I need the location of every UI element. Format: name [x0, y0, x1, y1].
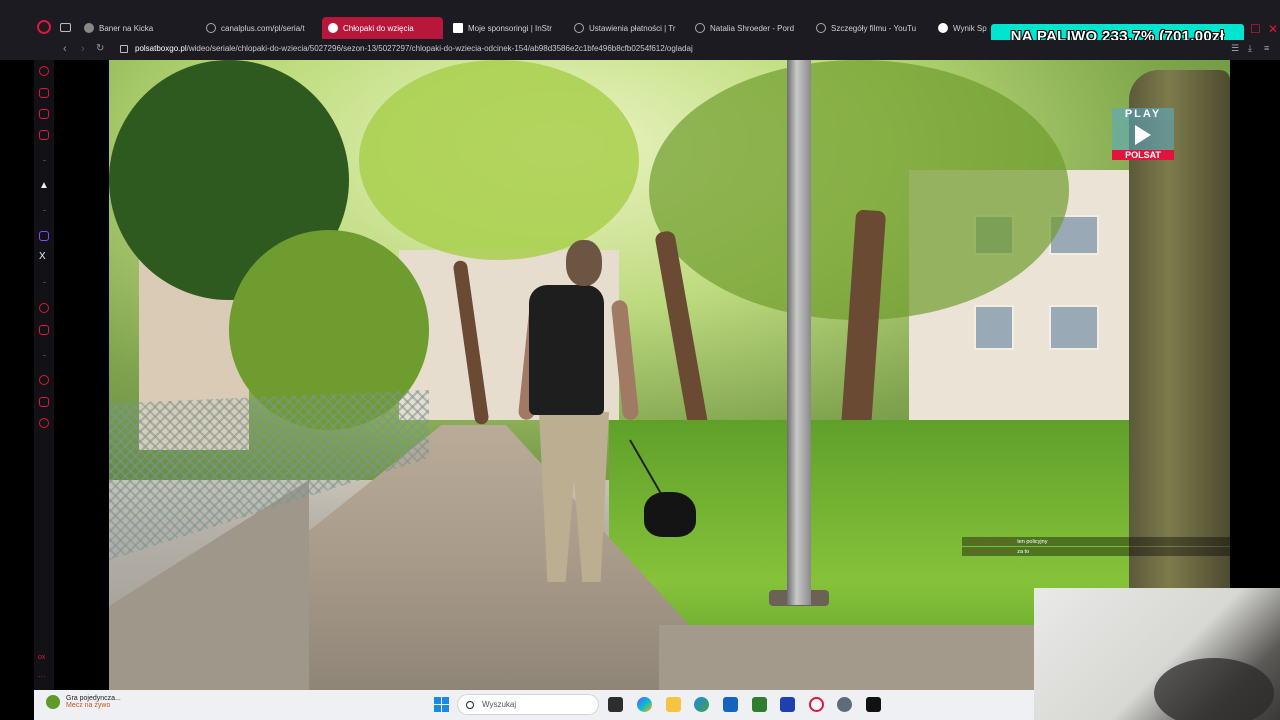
- back-icon[interactable]: ‹: [63, 43, 67, 55]
- tab-label: Ustawienia płatności | Tr: [589, 23, 676, 33]
- tab-label: Szczegóły filmu - YouTu: [831, 23, 917, 33]
- tab-ustawienia-platnosci[interactable]: Ustawienia płatności | Tr: [568, 17, 686, 39]
- whatsapp-icon[interactable]: [39, 130, 49, 140]
- tab-loading-icon: [574, 23, 584, 33]
- tab-wynik-sp[interactable]: Wynik Sp: [932, 17, 992, 39]
- close-icon[interactable]: ✕: [1268, 22, 1278, 36]
- store-icon[interactable]: [723, 697, 738, 712]
- tab-label: Natalia Shroeder - Pord: [710, 23, 795, 33]
- sidebar-bottom-label: ox: [38, 654, 46, 661]
- editor-icon[interactable]: [780, 697, 795, 712]
- aria-icon[interactable]: [39, 66, 49, 76]
- player-icon[interactable]: [39, 88, 49, 98]
- easy-setup-icon[interactable]: ☰: [1231, 43, 1239, 54]
- scene-lamp-pole: [787, 60, 811, 605]
- search-icon: [466, 700, 474, 709]
- url-field[interactable]: polsatboxgo.pl/wideo/seriale/chlopaki-do…: [135, 44, 693, 53]
- tab-loading-icon: [816, 23, 826, 33]
- xbox-icon[interactable]: [752, 697, 767, 712]
- scene-tree: [359, 60, 639, 260]
- tab-label: Moje sponsoringi | InStr: [468, 23, 552, 33]
- tab-check-icon: [938, 23, 948, 33]
- twitch-icon[interactable]: [39, 231, 49, 241]
- chat-user: ~~~~~~~~~~~~~~~: [966, 548, 1015, 555]
- tab-label: Baner na Kicka: [99, 23, 154, 33]
- forward-icon[interactable]: ›: [81, 43, 85, 55]
- start-icon[interactable]: [434, 697, 449, 712]
- menu-icon[interactable]: ≡: [1264, 43, 1269, 53]
- logo-polsat-text: POLSAT: [1112, 150, 1174, 160]
- chat-text: za to: [1017, 548, 1030, 555]
- tab-label: canalplus.com/pl/seria/t: [221, 23, 305, 33]
- messenger-icon[interactable]: [39, 109, 49, 119]
- terminal-icon[interactable]: [866, 697, 881, 712]
- tab-favicon-icon: [84, 23, 94, 33]
- scene-dog: [644, 492, 696, 537]
- tab-loading-icon: [695, 23, 705, 33]
- chat-message: ~~~~~~~~~~~~~~~ za to: [962, 547, 1230, 556]
- opera-menu-icon[interactable]: [37, 20, 51, 34]
- tab-loading-icon: [206, 23, 216, 33]
- copilot-icon[interactable]: [637, 697, 652, 712]
- chat-user: ~~~~~~~~~~~~~~~: [966, 538, 1015, 545]
- download-icon[interactable]: ⤓: [1248, 43, 1252, 54]
- stream-chat-overlay: ~~~~~~~~~~~~~~~ ten policyjny ~~~~~~~~~~…: [962, 537, 1230, 557]
- tab-label: Chłopaki do wzięcia: [343, 23, 414, 33]
- more-icon[interactable]: ···: [38, 672, 46, 681]
- tab-szczegoly-filmu[interactable]: Szczegóły filmu - YouTu: [810, 17, 928, 39]
- chat-message: ~~~~~~~~~~~~~~~ ten policyjny: [962, 537, 1230, 546]
- tab-favicon-icon: [453, 23, 463, 33]
- notification-title: Gra pojedyncza...: [66, 695, 121, 702]
- taskbar-search[interactable]: Wyszukaj: [457, 694, 599, 715]
- sidebar-divider: [43, 210, 46, 211]
- tab-chlopaki-do-wziecia[interactable]: Chłopaki do wzięcia: [322, 17, 443, 39]
- tab-baner-na-kicka[interactable]: Baner na Kicka: [78, 17, 196, 39]
- settings-gear-icon[interactable]: [837, 697, 852, 712]
- sidebar-divider: [43, 282, 46, 283]
- target-icon[interactable]: [39, 303, 49, 313]
- file-explorer-icon[interactable]: [666, 697, 681, 712]
- edge-icon[interactable]: [694, 697, 709, 712]
- task-view-icon[interactable]: [608, 697, 623, 712]
- tab-natalia-shroeder[interactable]: Natalia Shroeder - Pord: [689, 17, 807, 39]
- x-icon[interactable]: X: [39, 251, 46, 262]
- opera-gx-icon[interactable]: [809, 697, 824, 712]
- browser-sidebar: ▲ X ox ···: [34, 60, 54, 690]
- url-path: /wideo/seriale/chlopaki-do-wziecia/50272…: [186, 44, 693, 53]
- scene-person-shirt: [529, 285, 604, 415]
- sports-icon: [46, 695, 60, 709]
- tab-label: Wynik Sp: [953, 23, 987, 33]
- sidebar-divider: [43, 355, 46, 356]
- logo-play-text: PLAY: [1112, 108, 1174, 120]
- reload-icon[interactable]: ↻: [96, 43, 104, 54]
- chat-text: ten policyjny: [1017, 538, 1048, 545]
- tab-canalplus[interactable]: canalplus.com/pl/seria/t: [200, 17, 318, 39]
- sidebar-divider: [43, 160, 46, 161]
- webcam-subject: [1154, 658, 1274, 720]
- webcam-overlay: [1034, 588, 1280, 720]
- scene-person-head: [566, 240, 602, 286]
- tab-audio-icon: [328, 23, 338, 33]
- notification-subtitle: Mecz na żywo: [66, 702, 111, 709]
- workspace-icon[interactable]: [60, 23, 71, 32]
- tab-moje-sponsoringi[interactable]: Moje sponsoringi | InStr: [447, 17, 565, 39]
- extensions-icon[interactable]: [39, 397, 49, 407]
- url-host: polsatboxgo.pl: [135, 44, 187, 53]
- wallet-icon[interactable]: [39, 325, 49, 335]
- settings-icon[interactable]: [39, 418, 49, 428]
- maximize-icon[interactable]: ☐: [1250, 22, 1261, 36]
- history-icon[interactable]: [39, 375, 49, 385]
- play-icon: [1112, 120, 1174, 150]
- polsat-play-logo: PLAY POLSAT: [1112, 108, 1174, 170]
- ai-icon[interactable]: ▲: [39, 180, 49, 191]
- widget-notification[interactable]: Gra pojedyncza... Mecz na żywo: [46, 695, 121, 709]
- search-placeholder: Wyszukaj: [482, 700, 517, 709]
- lock-icon: [120, 45, 128, 53]
